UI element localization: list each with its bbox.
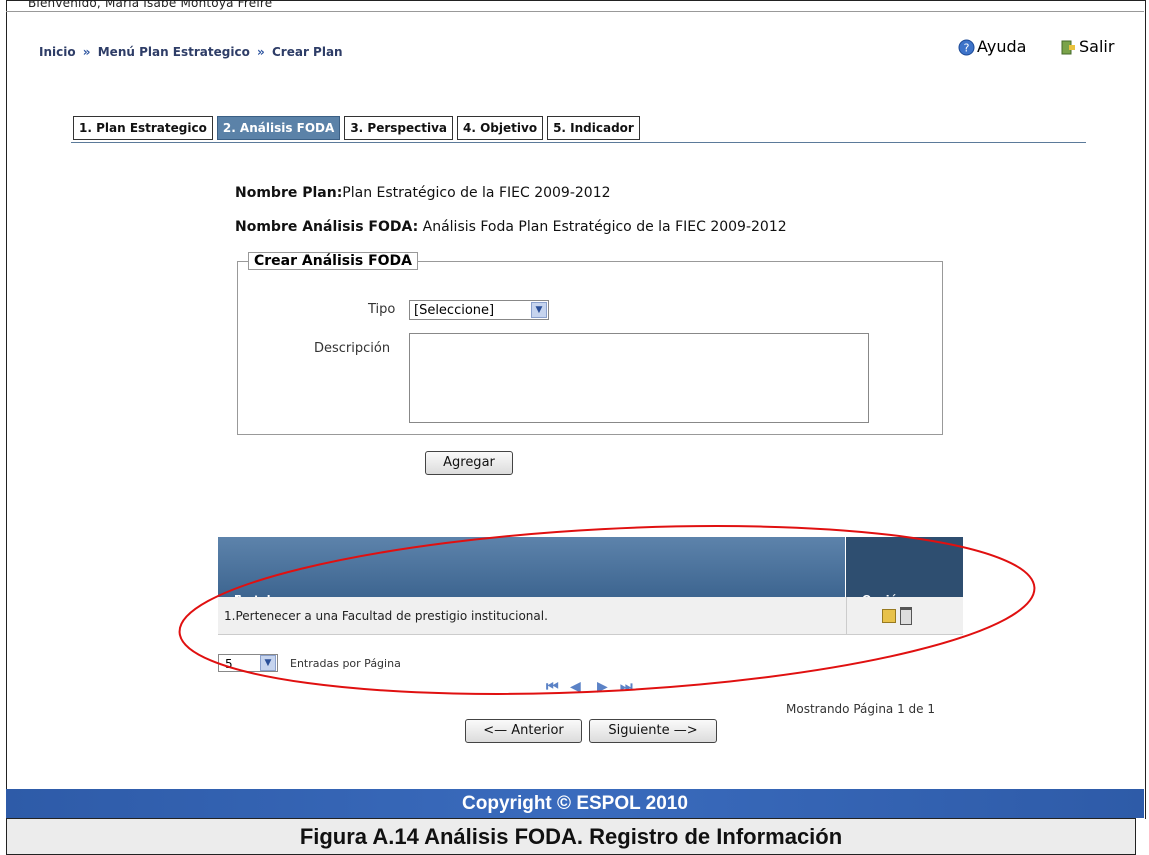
annotation-ellipse <box>178 525 1036 695</box>
footer: Copyright © ESPOL 2010 <box>6 789 1144 818</box>
figure-caption: Figura A.14 Análisis FODA. Registro de I… <box>6 818 1136 855</box>
